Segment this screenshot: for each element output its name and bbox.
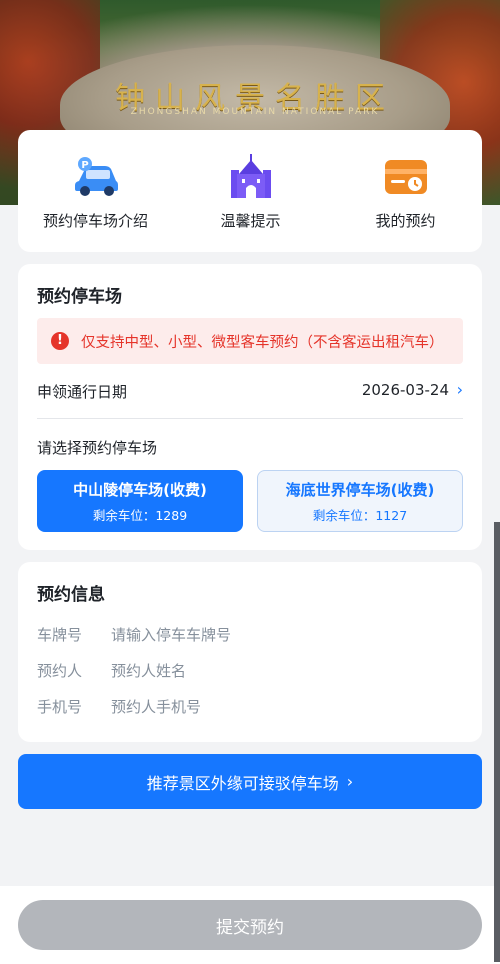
- lot-prompt: 请选择预约停车场: [37, 439, 158, 457]
- castle-icon: [226, 154, 276, 200]
- quick-nav-card: P 预约停车场介绍 温馨提示 我的预约: [18, 130, 482, 252]
- lot-name: 海底世界停车场(收费): [285, 480, 435, 499]
- lot-name: 中山陵停车场(收费): [73, 480, 207, 499]
- reservation-info-card: 预约信息 车牌号 预约人 手机号: [18, 562, 482, 742]
- chevron-right-icon: ›: [456, 380, 463, 399]
- warning-icon: !: [51, 332, 69, 350]
- plate-label: 车牌号: [37, 626, 83, 644]
- recommend-label: 推荐景区外缘可接驳停车场: [146, 773, 339, 793]
- nav-label: 温馨提示: [220, 212, 281, 230]
- notice-banner: ! 仅支持中型、小型、微型客车预约（不含客运出租汽车）: [37, 318, 463, 364]
- phone-label: 手机号: [37, 698, 83, 716]
- parking-lot-option[interactable]: 中山陵停车场(收费) 剩余车位：1289: [37, 470, 243, 532]
- calendar-card-icon: [381, 154, 431, 200]
- date-picker-row[interactable]: 申领通行日期 2026-03-24 ›: [37, 375, 463, 419]
- stone-subtitle: ZHONGSHAN MOUNTAIN NATIONAL PARK: [130, 107, 380, 117]
- parking-lot-option[interactable]: 海底世界停车场(收费) 剩余车位：1127: [257, 470, 463, 532]
- nav-parking-intro[interactable]: P 预约停车场介绍: [18, 130, 173, 252]
- nav-label: 预约停车场介绍: [42, 212, 148, 230]
- name-label: 预约人: [37, 662, 83, 680]
- bottom-bar: 提交预约: [0, 886, 500, 964]
- date-value: 2026-03-24: [361, 381, 449, 399]
- nav-tips[interactable]: 温馨提示: [173, 130, 328, 252]
- lot-remaining: 剩余车位：1289: [92, 507, 188, 523]
- recommend-parking-button[interactable]: 推荐景区外缘可接驳停车场 ›: [18, 754, 482, 809]
- chevron-right-icon: ›: [346, 772, 354, 791]
- reservation-card: 预约停车场 ! 仅支持中型、小型、微型客车预约（不含客运出租汽车） 申领通行日期…: [18, 264, 482, 550]
- section-title: 预约信息: [37, 585, 105, 605]
- scrollbar[interactable]: [494, 522, 500, 962]
- section-title: 预约停车场: [37, 287, 122, 307]
- nav-label: 我的预约: [375, 212, 436, 230]
- svg-text:P: P: [81, 160, 88, 171]
- plate-input[interactable]: [111, 622, 451, 648]
- submit-button[interactable]: 提交预约: [18, 900, 482, 950]
- date-label: 申领通行日期: [37, 383, 128, 401]
- name-input[interactable]: [111, 658, 451, 684]
- nav-my-reservations[interactable]: 我的预约: [328, 130, 483, 252]
- phone-input[interactable]: [111, 694, 451, 720]
- parking-car-icon: P: [71, 154, 121, 200]
- lot-remaining: 剩余车位：1127: [312, 507, 408, 523]
- notice-text: 仅支持中型、小型、微型客车预约（不含客运出租汽车）: [81, 334, 444, 351]
